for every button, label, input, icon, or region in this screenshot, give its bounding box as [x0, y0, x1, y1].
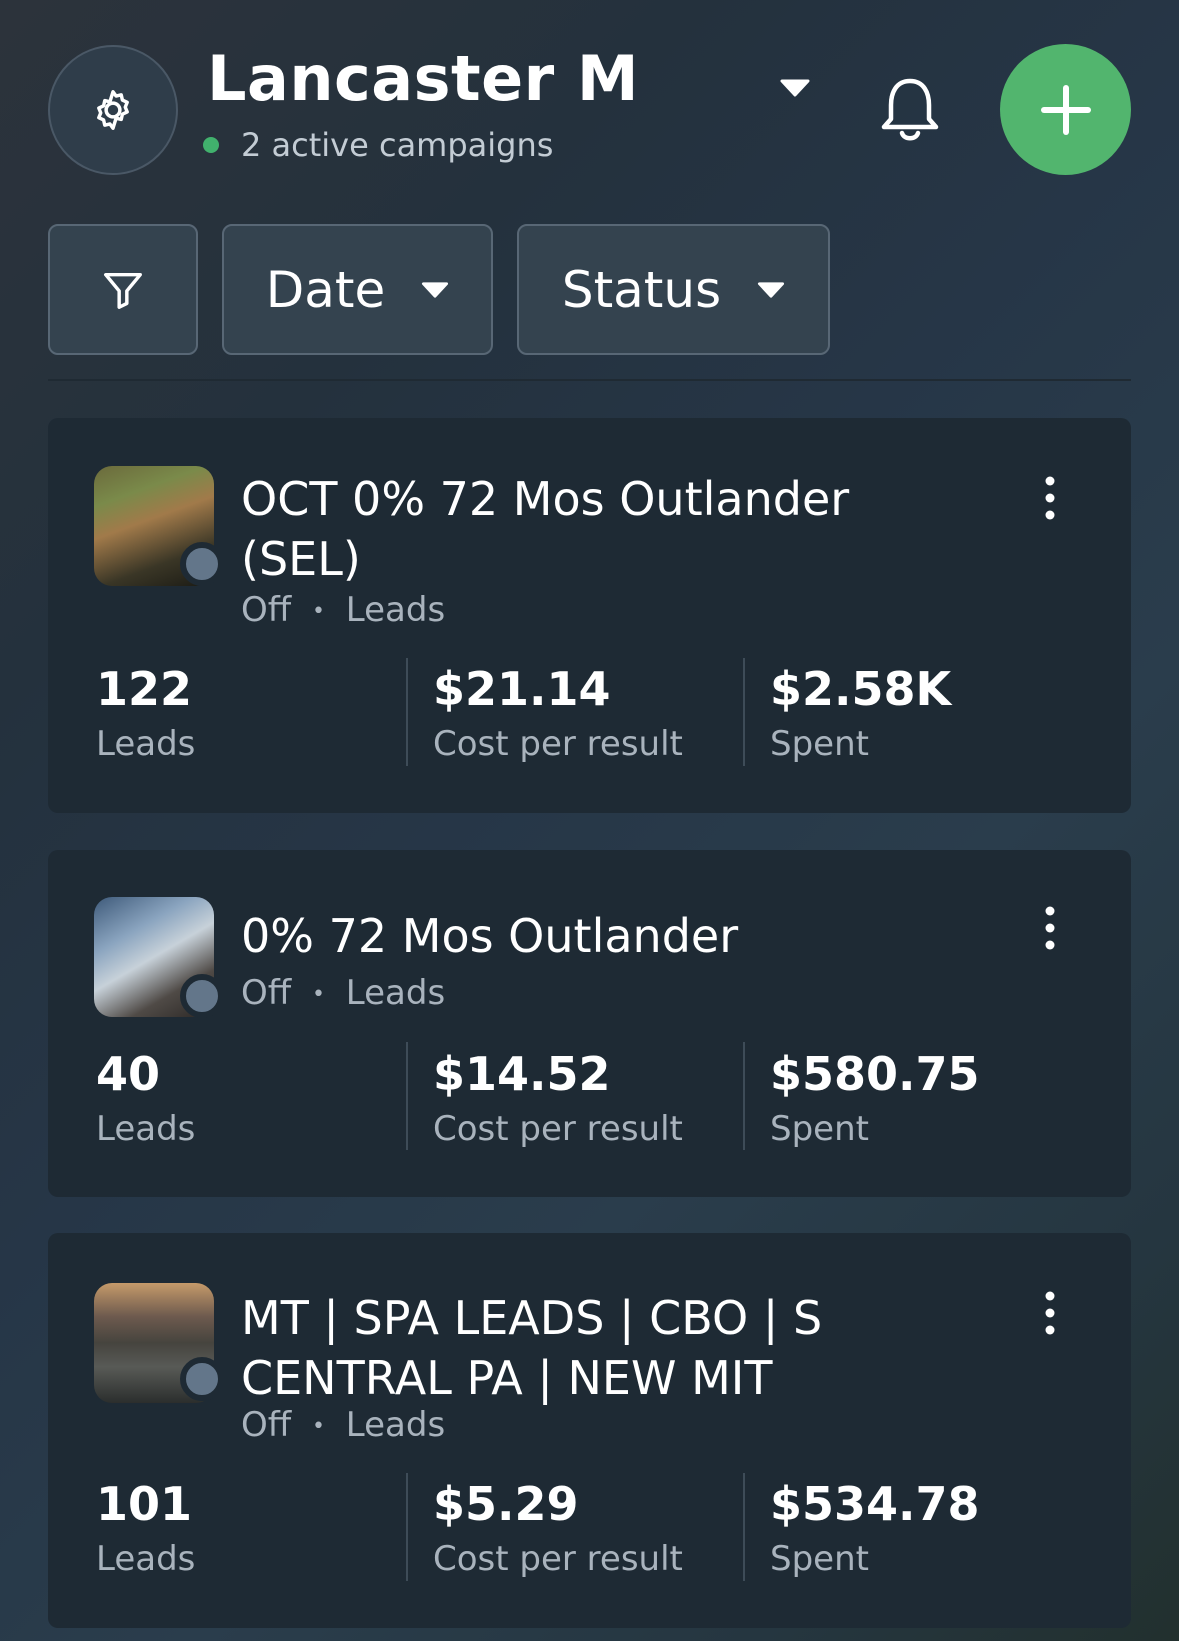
results-label: Leads	[96, 1109, 196, 1149]
add-campaign-button[interactable]	[1000, 44, 1131, 175]
more-options-icon[interactable]	[1040, 906, 1060, 950]
results-label: Leads	[96, 1539, 196, 1579]
meta-separator: •	[312, 599, 325, 624]
campaign-card[interactable]: MT | SPA LEADS | CBO | S CENTRAL PA | NE…	[48, 1233, 1131, 1628]
spent-label: Spent	[770, 1539, 869, 1579]
stat-divider	[743, 1042, 745, 1150]
cost-per-result-label: Cost per result	[433, 724, 683, 764]
campaign-card[interactable]: 0% 72 Mos Outlander Off • Leads 40 Leads…	[48, 850, 1131, 1197]
more-options-icon[interactable]	[1040, 476, 1060, 520]
campaign-status: Off	[241, 973, 292, 1013]
plus-icon	[1040, 84, 1091, 135]
active-status-dot	[203, 137, 219, 153]
spent-label: Spent	[770, 724, 869, 764]
campaign-card[interactable]: OCT 0% 72 Mos Outlander (SEL) Off • Lead…	[48, 418, 1131, 813]
campaign-title: OCT 0% 72 Mos Outlander (SEL)	[241, 472, 850, 586]
spent-value: $2.58K	[770, 662, 952, 716]
account-name[interactable]: Lancaster M	[207, 42, 639, 115]
results-stat: 122 Leads	[96, 660, 195, 770]
campaign-status-dot	[180, 1357, 224, 1401]
campaign-meta: Off • Leads	[241, 973, 445, 1013]
status-filter-dropdown[interactable]: Status	[517, 224, 830, 355]
date-filter-label: Date	[265, 260, 386, 319]
settings-button[interactable]	[48, 45, 178, 175]
header-divider	[48, 379, 1131, 381]
notifications-bell-icon[interactable]	[880, 75, 940, 145]
campaign-objective: Leads	[345, 1405, 446, 1445]
active-campaigns-label: 2 active campaigns	[241, 126, 554, 164]
spent-value: $580.75	[770, 1047, 980, 1101]
stat-divider	[743, 1473, 745, 1581]
campaign-status: Off	[241, 1405, 292, 1445]
campaign-status-dot	[180, 974, 224, 1018]
results-value: 40	[96, 1047, 161, 1101]
spent-stat: $580.75 Spent	[770, 1045, 980, 1155]
results-value: 122	[96, 662, 193, 716]
campaign-meta: Off • Leads	[241, 590, 445, 630]
chevron-down-icon	[422, 281, 449, 298]
cost-per-result-stat: $14.52 Cost per result	[433, 1045, 683, 1155]
date-filter-dropdown[interactable]: Date	[222, 224, 493, 355]
stat-divider	[406, 1042, 408, 1150]
cost-per-result-stat: $21.14 Cost per result	[433, 660, 683, 770]
meta-separator: •	[312, 982, 325, 1007]
account-dropdown-icon[interactable]	[780, 78, 810, 98]
results-label: Leads	[96, 724, 196, 764]
filter-funnel-icon	[104, 272, 142, 309]
gear-icon	[97, 90, 129, 130]
campaign-objective: Leads	[345, 973, 446, 1013]
results-value: 101	[96, 1477, 193, 1531]
spent-stat: $2.58K Spent	[770, 660, 951, 770]
campaign-meta: Off • Leads	[241, 1405, 445, 1445]
cost-per-result-label: Cost per result	[433, 1539, 683, 1579]
more-options-icon[interactable]	[1040, 1291, 1060, 1335]
chevron-down-icon	[758, 281, 785, 298]
results-stat: 40 Leads	[96, 1045, 195, 1155]
cost-per-result-value: $14.52	[433, 1047, 611, 1101]
cost-per-result-value: $21.14	[433, 662, 611, 716]
cost-per-result-stat: $5.29 Cost per result	[433, 1475, 683, 1585]
campaign-title: MT | SPA LEADS | CBO | S CENTRAL PA | NE…	[241, 1291, 823, 1405]
stat-divider	[743, 658, 745, 766]
campaign-status: Off	[241, 590, 292, 630]
campaign-title: 0% 72 Mos Outlander	[241, 909, 739, 963]
cost-per-result-value: $5.29	[433, 1477, 579, 1531]
stat-divider	[406, 658, 408, 766]
campaign-status-dot	[180, 542, 224, 586]
cost-per-result-label: Cost per result	[433, 1109, 683, 1149]
filter-button[interactable]	[48, 224, 198, 355]
status-filter-label: Status	[561, 260, 722, 319]
spent-value: $534.78	[770, 1477, 980, 1531]
campaign-objective: Leads	[345, 590, 446, 630]
active-campaigns-status: 2 active campaigns	[203, 126, 553, 164]
meta-separator: •	[312, 1414, 325, 1439]
results-stat: 101 Leads	[96, 1475, 195, 1585]
spent-label: Spent	[770, 1109, 869, 1149]
spent-stat: $534.78 Spent	[770, 1475, 980, 1585]
stat-divider	[406, 1473, 408, 1581]
